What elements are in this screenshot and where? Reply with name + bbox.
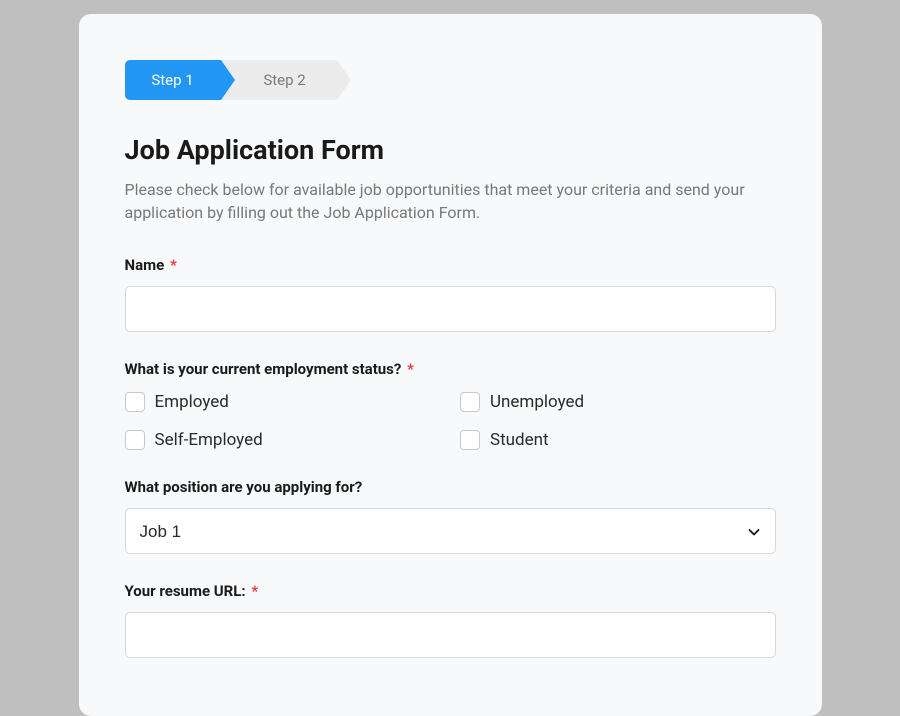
required-asterisk: * xyxy=(407,360,414,378)
page-title: Job Application Form xyxy=(125,134,776,166)
checkbox-item-self-employed[interactable]: Self-Employed xyxy=(125,430,441,450)
checkbox-employed[interactable] xyxy=(125,392,145,412)
resume-url-label-text: Your resume URL: xyxy=(125,582,246,600)
name-label-text: Name xyxy=(125,256,165,274)
checkbox-self-employed[interactable] xyxy=(125,430,145,450)
employment-status-label: What is your current employment status? … xyxy=(125,360,776,378)
field-name: Name * xyxy=(125,256,776,332)
checkbox-item-unemployed[interactable]: Unemployed xyxy=(460,392,776,412)
position-label-text: What position are you applying for? xyxy=(125,478,363,496)
checkbox-unemployed[interactable] xyxy=(460,392,480,412)
name-label: Name * xyxy=(125,256,776,274)
checkbox-item-student[interactable]: Student xyxy=(460,430,776,450)
resume-url-input[interactable] xyxy=(125,612,776,658)
employment-checkbox-grid: Employed Unemployed Self-Employed Studen… xyxy=(125,392,776,450)
checkbox-student[interactable] xyxy=(460,430,480,450)
checkbox-label-employed: Employed xyxy=(155,392,229,412)
required-asterisk: * xyxy=(170,256,177,274)
field-resume-url: Your resume URL: * xyxy=(125,582,776,658)
position-select[interactable]: Job 1 xyxy=(125,508,776,554)
position-select-wrapper: Job 1 xyxy=(125,508,776,554)
field-position: What position are you applying for? Job … xyxy=(125,478,776,554)
checkbox-item-employed[interactable]: Employed xyxy=(125,392,441,412)
resume-url-label: Your resume URL: * xyxy=(125,582,776,600)
step-1[interactable]: Step 1 xyxy=(125,60,221,100)
form-description: Please check below for available job opp… xyxy=(125,178,776,224)
checkbox-label-student: Student xyxy=(490,430,549,450)
checkbox-label-self-employed: Self-Employed xyxy=(155,430,263,450)
step-2-label: Step 2 xyxy=(263,71,305,89)
field-employment-status: What is your current employment status? … xyxy=(125,360,776,450)
step-2[interactable]: Step 2 xyxy=(221,60,337,100)
form-container: Step 1 Step 2 Job Application Form Pleas… xyxy=(79,14,822,716)
required-asterisk: * xyxy=(251,582,258,600)
name-input[interactable] xyxy=(125,286,776,332)
checkbox-label-unemployed: Unemployed xyxy=(490,392,584,412)
position-label: What position are you applying for? xyxy=(125,478,776,496)
steps-bar: Step 1 Step 2 xyxy=(125,60,776,100)
step-1-label: Step 1 xyxy=(151,71,193,89)
employment-status-label-text: What is your current employment status? xyxy=(125,360,402,378)
